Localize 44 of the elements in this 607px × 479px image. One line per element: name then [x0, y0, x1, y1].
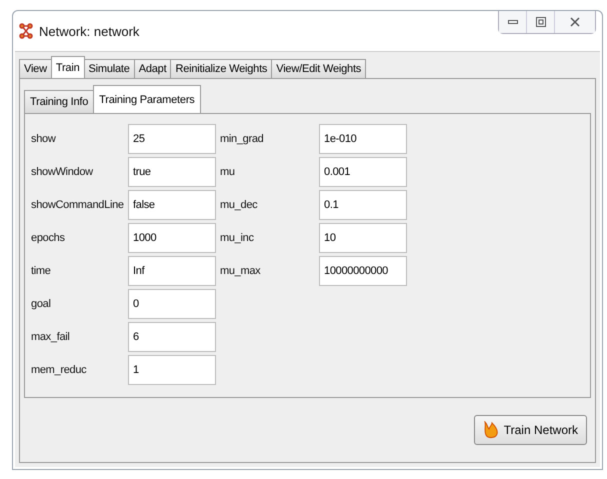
parameter-label: min_grad	[220, 133, 264, 145]
tab[interactable]: Training Parameters	[93, 85, 201, 113]
tab[interactable]: Adapt	[134, 59, 172, 78]
parameter-label: mu	[220, 166, 236, 178]
parameter-field[interactable]: 0	[128, 289, 216, 319]
parameter-label: mu_dec	[220, 199, 258, 211]
parameter-field[interactable]: 1	[128, 355, 216, 385]
tab[interactable]: Simulate	[84, 59, 135, 78]
parameter-label: goal	[31, 298, 52, 310]
parameter-field[interactable]: 6	[128, 322, 216, 352]
parameter-field[interactable]: false	[128, 190, 216, 220]
parameter-label: mu_max	[220, 265, 262, 277]
parameter-field[interactable]: 10	[319, 223, 407, 253]
train-network-button[interactable]: Train Network	[474, 415, 587, 445]
parameter-field[interactable]: 0.1	[319, 190, 407, 220]
parameter-label: show	[31, 133, 57, 145]
parameter-field[interactable]: 1e-010	[319, 124, 407, 154]
parameter-label: showCommandLine	[31, 199, 125, 211]
parameter-label: max_fail	[31, 331, 71, 343]
parameter-label: mu_inc	[220, 232, 255, 244]
parameter-field[interactable]: true	[128, 157, 216, 187]
tab[interactable]: Reinitialize Weights	[170, 59, 272, 78]
tab[interactable]: View	[19, 59, 52, 78]
tab[interactable]: Training Info	[24, 90, 94, 113]
parameter-label: showWindow	[31, 166, 94, 178]
flame-icon	[482, 421, 499, 439]
parameter-label: epochs	[31, 232, 66, 244]
maximize-button[interactable]	[527, 11, 555, 33]
parameter-label: mem_reduc	[31, 364, 88, 376]
parameter-field[interactable]: 10000000000	[319, 256, 407, 286]
network-icon	[19, 23, 33, 39]
minimize-icon	[508, 19, 518, 25]
close-icon	[570, 17, 580, 27]
parameter-field[interactable]: 25	[128, 124, 216, 154]
parameter-field[interactable]: 1000	[128, 223, 216, 253]
parameter-field[interactable]: 0.001	[319, 157, 407, 187]
minimize-button[interactable]	[499, 11, 527, 33]
tab[interactable]: Train	[50, 56, 84, 78]
maximize-icon	[536, 17, 546, 27]
parameter-field[interactable]: Inf	[128, 256, 216, 286]
parameter-label: time	[31, 265, 52, 277]
tab[interactable]: View/Edit Weights	[271, 59, 366, 78]
close-button[interactable]	[555, 11, 595, 33]
window-title: Network: network	[39, 24, 140, 38]
